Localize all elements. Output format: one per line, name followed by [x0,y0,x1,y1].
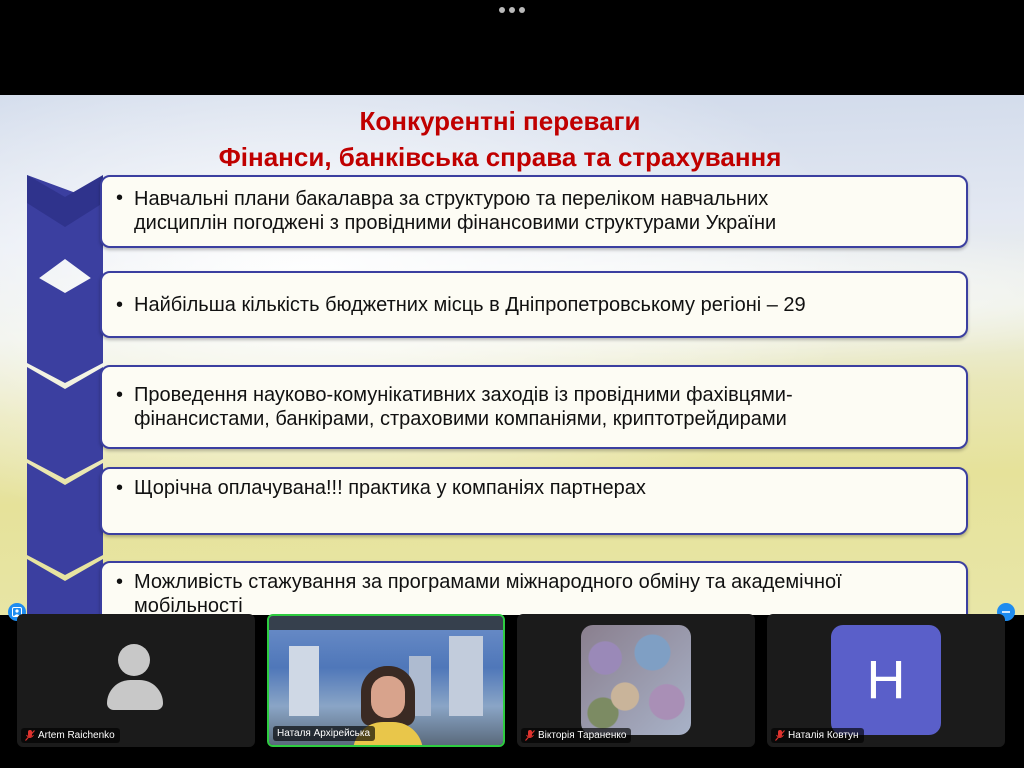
participant-name-label: Artem Raichenko [21,728,120,743]
advantage-item-1: • Навчальні плани бакалавра за структуро… [100,175,968,248]
initial-avatar: H [831,625,941,735]
more-options-icon[interactable] [498,4,526,16]
advantage-item-2: • Найбільша кількість бюджетних місць в … [100,271,968,338]
avatar-placeholder [118,644,150,676]
participant-tile-1[interactable]: Artem Raichenko [17,614,255,747]
participant-name-label: Наталія Ковтун [771,728,864,743]
slide-title: Конкурентні переваги [359,106,641,136]
mic-muted-icon [525,730,535,741]
slide-subtitle: Фінанси, банківська справа та страхуванн… [218,142,782,172]
participant-name-label: Наталя Архірейська [273,726,376,741]
mic-muted-icon [25,730,35,741]
advantage-item-5: • Можливість стажування за програмами мі… [100,561,968,615]
mic-muted-icon [775,730,785,741]
participant-tile-2[interactable]: Наталя Архірейська [267,614,505,747]
chevron-arrow-5 [27,559,103,615]
advantage-item-4: • Щорічна оплачувана!!! практика у компа… [100,467,968,535]
shared-slide: Конкурентні переваги Фінанси, банківська… [0,95,1024,615]
advantage-item-3: • Проведення науково-комунікативних захо… [100,365,968,449]
participant-tile-4[interactable]: H Наталія Ковтун [767,614,1005,747]
participant-tile-3[interactable]: Вікторія Тараненко [517,614,755,747]
participant-name-label: Вікторія Тараненко [521,728,632,743]
profile-photo [581,625,691,735]
